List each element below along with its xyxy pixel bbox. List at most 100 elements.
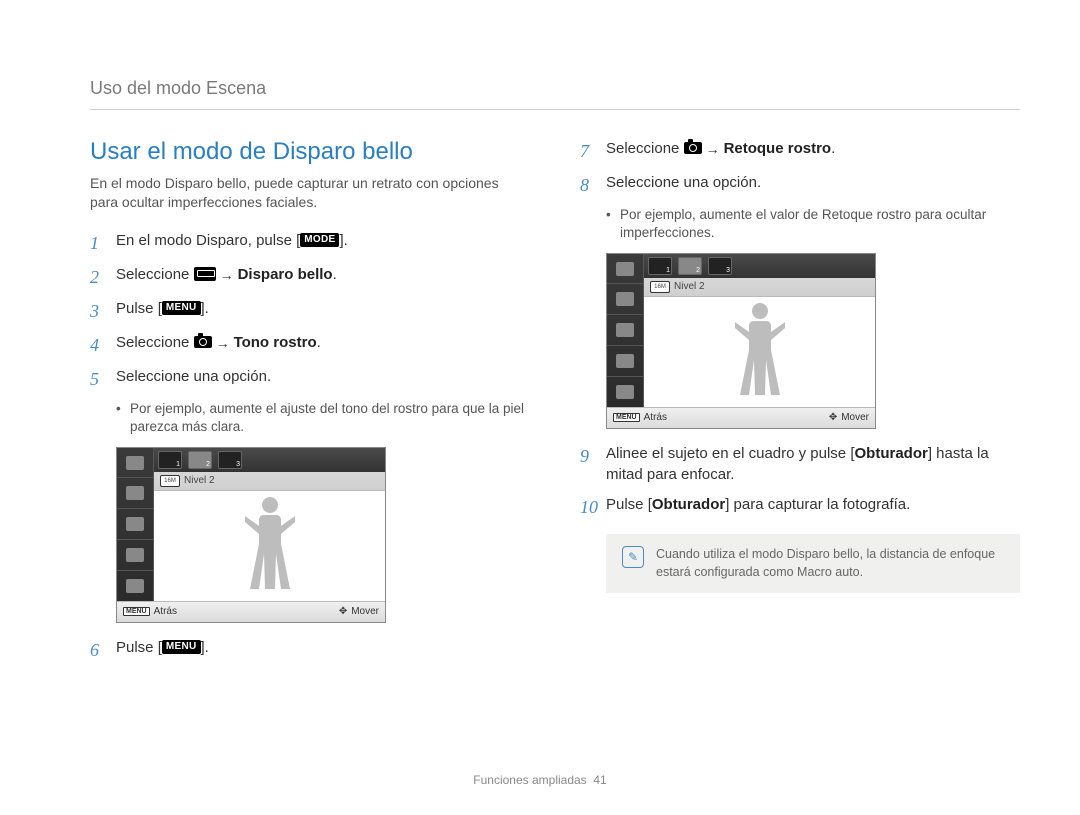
screen-footer: MENU Atrás ✥ Mover <box>117 601 385 622</box>
bullet-icon: • <box>116 400 130 436</box>
screen-footer: MENU Atrás ✥ Mover <box>607 407 875 428</box>
step-text: Seleccione una opción. <box>116 366 530 388</box>
info-icon: ✎ <box>622 546 644 568</box>
step-text: ] para capturar la fotografía. <box>725 496 910 513</box>
sub-text: Por ejemplo, aumente el ajuste del tono … <box>130 400 530 436</box>
sidebar-icon <box>616 292 634 306</box>
step-6: 6 Pulse [MENU]. <box>90 637 530 663</box>
bullet-icon: • <box>606 206 620 242</box>
sidebar-icon <box>616 354 634 368</box>
footer-back-label: Atrás <box>154 606 177 617</box>
left-column: Usar el modo de Disparo bello En el modo… <box>90 138 530 671</box>
screen-sidebar <box>117 448 154 601</box>
mini-menu-icon: MENU <box>613 413 640 422</box>
level-text: Nivel 2 <box>184 475 215 486</box>
screen-top-strip: 1 2 3 <box>154 448 385 472</box>
right-column: 7 Seleccione →Retoque rostro. 8 Seleccio… <box>580 138 1020 671</box>
step-text: . <box>333 266 337 283</box>
size-badge: 16M <box>650 281 670 293</box>
breadcrumb: Uso del modo Escena <box>90 78 1020 99</box>
screen-level-label: 16M Nivel 2 <box>154 472 385 491</box>
step-bold: Obturador <box>652 496 725 513</box>
step-2: 2 Seleccione →Disparo bello. <box>90 264 530 290</box>
section-title: Usar el modo de Disparo bello <box>90 138 530 166</box>
note-box: ✎ Cuando utiliza el modo Disparo bello, … <box>606 534 1020 593</box>
step-5: 5 Seleccione una opción. <box>90 366 530 392</box>
step-10: 10 Pulse [Obturador] para capturar la fo… <box>580 494 1020 520</box>
chip-num: 3 <box>236 461 240 468</box>
step-text: Seleccione <box>116 266 194 283</box>
step-8: 8 Seleccione una opción. <box>580 172 1020 198</box>
sidebar-icon <box>126 517 144 531</box>
person-silhouette-icon <box>730 297 790 407</box>
screen-top-strip: 1 2 3 <box>644 254 875 278</box>
step-9: 9 Alinee el sujeto en el cuadro y pulse … <box>580 443 1020 487</box>
footer-section: Funciones ampliadas <box>473 773 586 787</box>
mode-icon: MODE <box>300 233 339 247</box>
sidebar-icon <box>616 385 634 399</box>
step-bold: Retoque rostro <box>724 140 832 157</box>
mini-menu-icon: MENU <box>123 607 150 616</box>
sub-text: Por ejemplo, aumente el valor de Retoque… <box>620 206 1020 242</box>
step-text: Pulse [ <box>606 496 652 513</box>
step-text: Seleccione <box>606 140 684 157</box>
camera-icon <box>194 336 212 348</box>
chip-num: 2 <box>206 461 210 468</box>
step-text: Seleccione <box>116 334 194 351</box>
scene-icon <box>194 267 216 281</box>
intro-text: En el modo Disparo bello, puede capturar… <box>90 174 530 212</box>
step-text: . <box>317 334 321 351</box>
chip-num: 1 <box>176 461 180 468</box>
step-text: Alinee el sujeto en el cuadro y pulse [ <box>606 445 855 462</box>
step-text: En el modo Disparo, pulse [ <box>116 232 300 249</box>
footer-move-label: Mover <box>351 606 379 617</box>
screen-canvas <box>154 491 385 601</box>
person-silhouette-icon <box>240 491 300 601</box>
step-7: 7 Seleccione →Retoque rostro. <box>580 138 1020 164</box>
nav-icon: ✥ <box>829 412 837 423</box>
divider <box>90 109 1020 110</box>
step-number: 4 <box>90 332 116 358</box>
level-text: Nivel 2 <box>674 281 705 292</box>
arrow-icon: → <box>220 265 234 285</box>
sidebar-icon <box>616 262 634 276</box>
sidebar-icon <box>126 579 144 593</box>
sidebar-icon <box>126 456 144 470</box>
step-number: 7 <box>580 138 606 164</box>
step-bold: Obturador <box>855 445 928 462</box>
sidebar-icon <box>126 548 144 562</box>
screen-level-label: 16M Nivel 2 <box>644 278 875 297</box>
nav-icon: ✥ <box>339 606 347 617</box>
menu-icon: MENU <box>162 301 201 315</box>
step-text: ]. <box>339 232 347 249</box>
screen-canvas <box>644 297 875 407</box>
size-badge: 16M <box>160 475 180 487</box>
footer-back-label: Atrás <box>644 412 667 423</box>
step-text: Pulse [ <box>116 639 162 656</box>
camera-screen-preview: 1 2 3 16M Nivel 2 <box>116 447 386 623</box>
sidebar-icon <box>126 486 144 500</box>
step-number: 3 <box>90 298 116 324</box>
step-8-note: • Por ejemplo, aumente el valor de Retoq… <box>606 206 1020 242</box>
step-1: 1 En el modo Disparo, pulse [MODE]. <box>90 230 530 256</box>
step-4: 4 Seleccione →Tono rostro. <box>90 332 530 358</box>
step-bold: Tono rostro <box>234 334 317 351</box>
step-text: ]. <box>201 300 209 317</box>
arrow-icon: → <box>216 333 230 353</box>
step-number: 5 <box>90 366 116 392</box>
chip-num: 3 <box>726 267 730 274</box>
step-number: 1 <box>90 230 116 256</box>
step-5-note: • Por ejemplo, aumente el ajuste del ton… <box>116 400 530 436</box>
screen-sidebar <box>607 254 644 407</box>
step-text: ]. <box>201 639 209 656</box>
step-number: 10 <box>580 494 606 520</box>
camera-icon <box>684 142 702 154</box>
camera-screen-preview: 1 2 3 16M Nivel 2 <box>606 253 876 429</box>
step-number: 2 <box>90 264 116 290</box>
footer-move-label: Mover <box>841 412 869 423</box>
note-text: Cuando utiliza el modo Disparo bello, la… <box>656 546 1004 581</box>
arrow-icon: → <box>706 139 720 159</box>
step-number: 8 <box>580 172 606 198</box>
step-number: 9 <box>580 443 606 469</box>
page-footer: Funciones ampliadas 41 <box>0 773 1080 787</box>
